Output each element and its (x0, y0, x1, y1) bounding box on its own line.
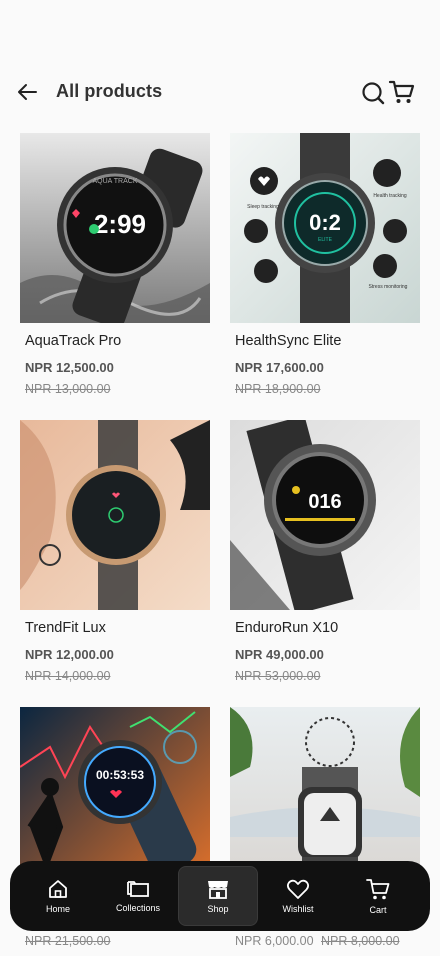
product-name: AquaTrack Pro (25, 333, 122, 349)
watch-time-text: 0:2 (309, 210, 341, 235)
product-image[interactable]: 016 (230, 420, 420, 610)
product-card[interactable]: 0:2 ELITE Sleep tracking Health tracking… (230, 133, 420, 396)
page-title: All products (56, 81, 163, 101)
product-old-price: NPR 8,000.00 (321, 934, 400, 948)
product-price-peek: NPR 6,000.00 NPR 8,000.00 (235, 934, 400, 948)
product-card[interactable]: TrendFit Lux NPR 12,000.00 NPR 14,000.00 (20, 420, 210, 683)
nav-label: Cart (369, 905, 387, 915)
shop-icon (208, 881, 228, 899)
cart-button[interactable] (388, 78, 416, 106)
nav-shop[interactable]: Shop (178, 866, 258, 926)
product-name: HealthSync Elite (235, 333, 342, 349)
nav-collections[interactable]: Collections (98, 866, 178, 926)
heart-icon (286, 879, 310, 899)
arrow-left-icon (18, 84, 37, 100)
product-old-price: NPR 18,900.00 (235, 382, 321, 396)
product-old-price: NPR 14,000.00 (25, 669, 111, 683)
search-icon (362, 82, 385, 105)
nav-label: Home (45, 904, 70, 914)
feature-label: Sleep tracking (247, 204, 279, 210)
top-app-bar: All products (0, 72, 440, 112)
product-old-price: NPR 21,500.00 (25, 934, 111, 948)
product-price: NPR 17,600.00 (235, 360, 324, 375)
home-icon (49, 880, 67, 898)
feature-label: Health tracking (373, 193, 407, 199)
nav-home[interactable]: Home (18, 866, 98, 926)
nav-label: Collections (115, 903, 161, 913)
watch-sub-text: ELITE (318, 237, 333, 243)
product-price: NPR 6,000.00 (235, 934, 314, 948)
product-old-price-peek: NPR 21,500.00 (25, 934, 110, 948)
bottom-navigation: Home Collections Shop Wishlist Cart (10, 861, 430, 931)
product-image[interactable]: AQUA TRACK 2:99 (20, 133, 210, 323)
product-card[interactable]: 016 EnduroRun X10 NPR 49,000.00 NPR 53,0… (230, 420, 420, 683)
watch-time-text: 00:53:53 (96, 768, 144, 782)
search-button[interactable] (360, 80, 386, 106)
product-card[interactable]: AQUA TRACK 2:99 AquaTrack Pro NPR 12,500… (20, 133, 210, 396)
nav-label: Shop (207, 904, 229, 914)
product-old-price: NPR 53,000.00 (235, 669, 321, 683)
product-image[interactable] (20, 420, 210, 610)
watch-time-text: 016 (308, 491, 341, 513)
nav-cart[interactable]: Cart (338, 866, 418, 926)
back-button[interactable] (14, 80, 40, 104)
feature-label: Stress monitoring (369, 284, 408, 290)
product-price: NPR 12,500.00 (25, 360, 114, 375)
collections-icon (127, 881, 149, 897)
product-old-price: NPR 13,000.00 (25, 382, 111, 396)
nav-wishlist[interactable]: Wishlist (258, 866, 338, 926)
watch-brand-text: AQUA TRACK (93, 178, 138, 185)
product-name: EnduroRun X10 (235, 620, 339, 636)
product-price: NPR 49,000.00 (235, 647, 324, 662)
watch-time-text: 2:99 (94, 209, 146, 239)
product-price: NPR 12,000.00 (25, 647, 114, 662)
product-name: TrendFit Lux (25, 620, 106, 636)
product-image[interactable]: 0:2 ELITE Sleep tracking Health tracking… (230, 133, 420, 323)
cart-icon (388, 80, 415, 103)
nav-label: Wishlist (282, 904, 314, 914)
cart-icon (366, 879, 390, 900)
